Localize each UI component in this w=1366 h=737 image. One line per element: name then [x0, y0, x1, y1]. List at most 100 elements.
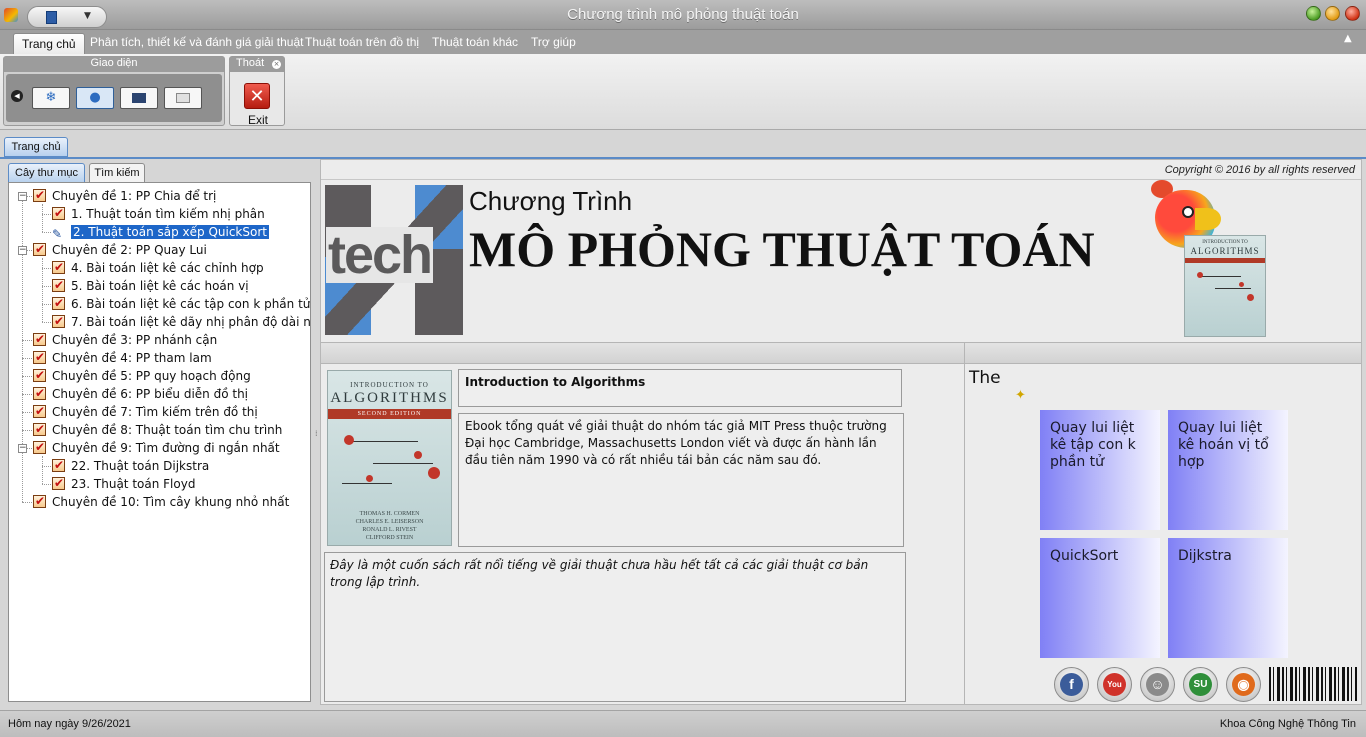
ribbon-tab-help[interactable]: Trợ giúp [531, 35, 576, 49]
checkbox-icon[interactable] [52, 312, 65, 330]
theme-apple-button[interactable]: ● [76, 87, 114, 109]
gallery-left-icon[interactable]: ◀ [11, 90, 23, 102]
pin-icon[interactable]: × [272, 60, 281, 69]
checkbox-icon[interactable] [52, 276, 65, 294]
tree-expander-icon[interactable]: − [18, 192, 27, 201]
checkbox-icon[interactable] [52, 204, 65, 222]
ribbon-tab-home[interactable]: Trang chủ [13, 33, 85, 55]
checkbox-icon[interactable] [33, 402, 46, 420]
checkbox-icon[interactable] [33, 384, 46, 402]
maximize-button[interactable] [1325, 6, 1340, 21]
tree-topic[interactable]: Chuyên đề 7: Tìm kiếm trên đồ thị [33, 402, 258, 421]
tab-folder-tree[interactable]: Cây thư mục [8, 163, 85, 183]
facebook-button[interactable]: f [1054, 667, 1089, 702]
cover-edition: SECOND EDITION [357, 411, 422, 417]
theme-gallery: ◀ ❄ ● [6, 74, 222, 122]
theme-light-button[interactable] [164, 87, 202, 109]
checkbox-icon[interactable] [33, 438, 46, 456]
small-cover-title: ALGORITHMS [1190, 246, 1260, 256]
tile-backtrack-subset[interactable]: Quay lui liệt kê tập con k phần tử [1040, 410, 1160, 530]
tree-topic[interactable]: Chuyên đề 4: PP tham lam [33, 348, 212, 367]
tree-item[interactable]: ✎ 2. Thuật toán sắp xếp QuickSort [52, 223, 269, 241]
stumbleupon-button[interactable]: SU [1183, 667, 1218, 702]
book-description: Ebook tổng quát về giải thuật do nhóm tá… [458, 413, 904, 547]
checkbox-icon[interactable] [33, 366, 46, 384]
tree-item[interactable]: 4. Bài toán liệt kê các chỉnh hợp [52, 258, 264, 277]
tree-item-label: Chuyên đề 5: PP quy hoạch động [52, 369, 251, 383]
close-button[interactable] [1345, 6, 1360, 21]
checkbox-icon[interactable] [33, 492, 46, 510]
checkbox-icon[interactable] [33, 240, 46, 258]
parrot-eye [1182, 206, 1194, 218]
book-cover-large[interactable]: INTRODUCTION TO ALGORITHMS SECOND EDITIO… [327, 370, 452, 546]
checkbox-icon[interactable] [52, 474, 65, 492]
document-tab-home[interactable]: Trang chủ [4, 137, 68, 157]
tree-connector [22, 358, 32, 359]
tile-dijkstra[interactable]: Dijkstra [1168, 538, 1288, 658]
tree-item[interactable]: 1. Thuật toán tìm kiếm nhị phân [52, 204, 265, 223]
the-label: The [969, 368, 1001, 388]
tile-quicksort[interactable]: QuickSort [1040, 538, 1160, 658]
tree-item[interactable]: 7. Bài toán liệt kê dãy nhị phân độ dài … [52, 312, 310, 331]
tree-expander-icon[interactable]: − [18, 444, 27, 453]
checkbox-icon[interactable] [52, 258, 65, 276]
tab-search[interactable]: Tìm kiếm [89, 163, 145, 183]
ribbon-tab-other[interactable]: Thuật toán khác [432, 35, 518, 49]
light-theme-swatch-icon [176, 93, 190, 103]
facebook-icon: f [1060, 673, 1083, 696]
pencil-icon[interactable]: ✎ [52, 228, 65, 241]
status-department: Khoa Công Nghệ Thông Tin [1219, 718, 1356, 730]
checkbox-icon[interactable] [52, 294, 65, 312]
tree-connector [22, 430, 32, 431]
banner-subtitle: Chương Trình [469, 186, 633, 216]
minimize-button[interactable] [1306, 6, 1321, 21]
exit-button-label[interactable]: Exit [230, 113, 286, 127]
tree-item-label: 23. Thuật toán Floyd [71, 477, 196, 491]
book-cover-small: INTRODUCTION TO ALGORITHMS [1184, 235, 1266, 337]
tree-item-label: Chuyên đề 3: PP nhánh cận [52, 333, 218, 347]
tree-item[interactable]: 5. Bài toán liệt kê các hoán vị [52, 276, 249, 295]
tree-topic[interactable]: Chuyên đề 9: Tìm đường đi ngắn nhất [33, 438, 280, 457]
cover-author-4: CLIFFORD STEIN [365, 535, 414, 541]
ribbon-panel: Giao diện ◀ ❄ ● Thoát × ✕ Exit [0, 54, 1366, 130]
checkbox-icon[interactable] [52, 456, 65, 474]
tree-topic[interactable]: Chuyên đề 10: Tìm cây khung nhỏ nhất [33, 492, 290, 511]
exit-icon[interactable]: ✕ [244, 83, 270, 109]
small-cover-dot-1 [1197, 272, 1203, 278]
snowflake-icon: ❄ [45, 90, 57, 105]
checkbox-icon[interactable] [33, 330, 46, 348]
tree-topic[interactable]: Chuyên đề 6: PP biểu diễn đồ thị [33, 384, 248, 403]
tree-topic[interactable]: Chuyên đề 1: PP Chia để trị [33, 186, 216, 205]
checkbox-icon[interactable] [33, 186, 46, 204]
tree-item-label: Chuyên đề 9: Tìm đường đi ngắn nhất [52, 441, 280, 455]
rss-button[interactable]: ◉ [1226, 667, 1261, 702]
ribbon-tab-graph[interactable]: Thuật toán trên đồ thị [305, 35, 419, 49]
section-header-bar [321, 342, 1361, 364]
ribbon-collapse-icon[interactable]: ▲ [1344, 33, 1352, 44]
tree-topic[interactable]: Chuyên đề 5: PP quy hoạch động [33, 366, 251, 385]
tree-topic[interactable]: Chuyên đề 3: PP nhánh cận [33, 330, 218, 349]
tree-item-label: Chuyên đề 10: Tìm cây khung nhỏ nhất [52, 495, 290, 509]
tree-expander-icon[interactable]: − [18, 246, 27, 255]
tree-topic[interactable]: Chuyên đề 2: PP Quay Lui [33, 240, 207, 259]
tree-connector [42, 232, 51, 233]
panel-splitter[interactable]: ⁞ [314, 163, 318, 703]
youtube-button[interactable]: You [1097, 667, 1132, 702]
ribbon-tab-analysis[interactable]: Phân tích, thiết kế và đánh giá giải thu… [90, 35, 303, 49]
reddit-button[interactable]: ☺ [1140, 667, 1175, 702]
theme-dark-button[interactable] [120, 87, 158, 109]
cover-dot-4 [366, 475, 373, 482]
reddit-icon: ☺ [1146, 673, 1169, 696]
status-date: Hôm nay ngày 9/26/2021 [8, 718, 131, 730]
checkbox-icon[interactable] [33, 348, 46, 366]
tree-connector [42, 286, 51, 287]
theme-group: Giao diện ◀ ❄ ● [3, 56, 225, 126]
checkbox-icon[interactable] [33, 420, 46, 438]
tree-item[interactable]: 22. Thuật toán Dijkstra [52, 456, 209, 475]
tree-topic[interactable]: Chuyên đề 8: Thuật toán tìm chu trình [33, 420, 282, 439]
theme-snowflake-button[interactable]: ❄ [32, 87, 70, 109]
tree-item-label: 6. Bài toán liệt kê các tập con k phần t… [71, 297, 311, 311]
tile-backtrack-permutation[interactable]: Quay lui liệt kê hoán vị tổ hợp [1168, 410, 1288, 530]
tree-item[interactable]: 6. Bài toán liệt kê các tập con k phần t… [52, 294, 311, 313]
tree-item[interactable]: 23. Thuật toán Floyd [52, 474, 196, 493]
